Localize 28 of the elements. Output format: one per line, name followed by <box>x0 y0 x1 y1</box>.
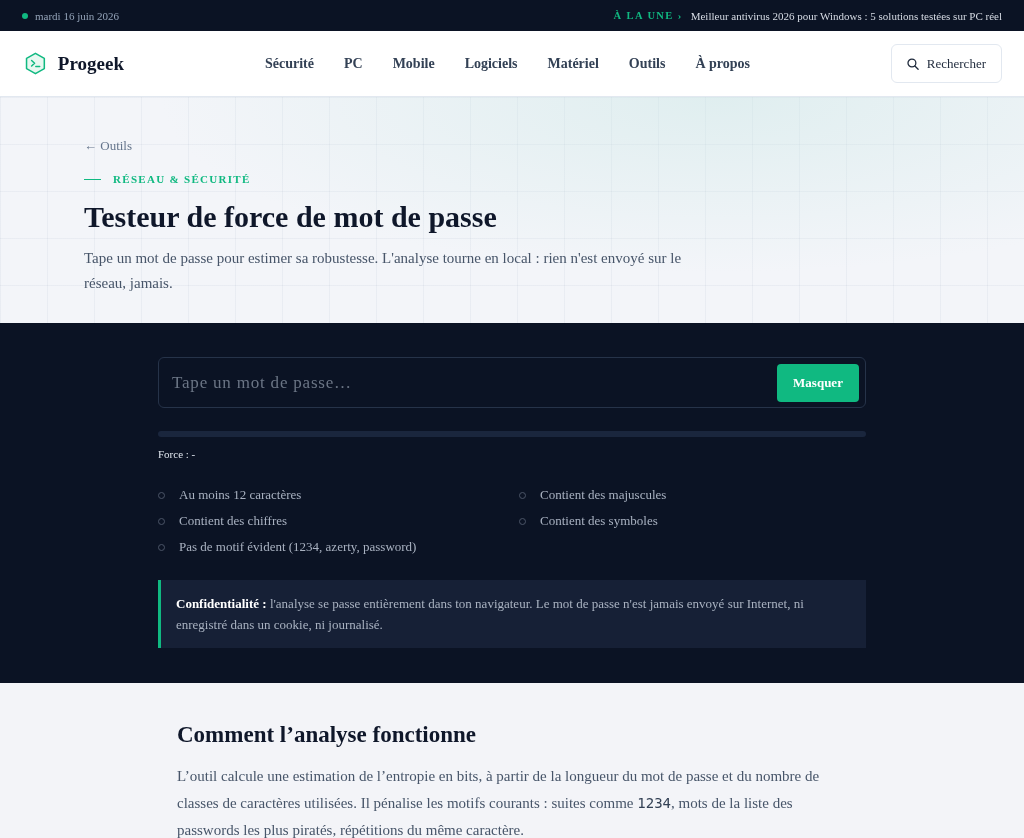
criterion-text: Pas de motif évident (1234, azerty, password) <box>179 538 417 556</box>
privacy-note: Confidentialité : l'analyse se passe entièrement dans ton navigateur. Le mot de passe n'est jamais envoyé sur Internet, ni enregistré dans un cookie, ni journalisé. <box>158 580 866 648</box>
page-title: Testeur de force de mot de passe <box>84 199 498 235</box>
nav-link[interactable]: Sécurité <box>265 55 314 72</box>
criterion-text: Contient des symboles <box>540 512 658 530</box>
headline-link[interactable]: Meilleur antivirus 2026 pour Windows : 5 solutions testées sur PC réel <box>690 9 1002 22</box>
criterion-text: Contient des majuscules <box>540 486 667 504</box>
section-heading: Comment l’analyse fonctionne <box>177 721 477 749</box>
nav-link[interactable]: Logiciels <box>464 55 518 72</box>
date-text: mardi 16 juin 2026 <box>35 9 120 22</box>
intro-text: Tape un mot de passe pour estimer sa robustesse. L'analyse tourne en local : rien n'est envoyé sur le réseau, jamais. <box>84 249 683 293</box>
headline-label: À LA UNE › <box>613 10 683 21</box>
criterion-text: Au moins 12 caractères <box>179 486 302 504</box>
category-label: RÉSEAU & SÉCURITÉ <box>113 172 251 186</box>
nav-link[interactable]: Matériel <box>547 55 599 72</box>
nav-link[interactable]: À propos <box>695 55 750 72</box>
back-link[interactable]: ← Outils <box>84 137 133 155</box>
strength-label: Force : - <box>158 447 196 461</box>
nav-link[interactable]: Outils <box>628 55 666 72</box>
brand-name[interactable]: Progeek <box>57 52 124 75</box>
dot-icon <box>22 12 28 19</box>
logo-icon <box>24 50 47 77</box>
nav-link[interactable]: Mobile <box>392 55 435 72</box>
section-paragraph: L’outil calcule une estimation de l’entropie en bits, à partir de la longueur du mot de passe et du nombre de classes de caractères utilisées. Il pénalise les motifs courants : suites comme 1234, mots de la liste des passwords les plus piratés, répétitions du même caractère. <box>177 767 821 838</box>
search-icon <box>907 57 919 70</box>
criterion-text: Contient des chiffres <box>179 512 288 530</box>
search-button[interactable]: Rechercher <box>891 44 1002 83</box>
nav-link[interactable]: PC <box>343 55 363 72</box>
